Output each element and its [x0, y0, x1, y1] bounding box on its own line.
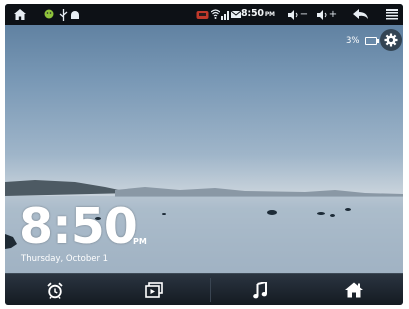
gallery-button[interactable]	[104, 274, 203, 305]
lake-rock	[162, 213, 166, 215]
alarm-clock-icon	[46, 282, 63, 299]
home-icon	[344, 282, 363, 298]
clock-time[interactable]: 8:50	[19, 202, 138, 251]
music-button[interactable]	[210, 274, 309, 305]
status-bar: 8:50PM − +	[5, 4, 403, 25]
settings-button[interactable]	[380, 29, 402, 51]
back-arrow-icon[interactable]	[352, 7, 370, 22]
distant-hills	[115, 187, 403, 197]
lake-rock	[267, 210, 277, 215]
picture-icon	[144, 282, 163, 298]
dock-bar	[5, 273, 403, 305]
android-icon	[43, 7, 55, 22]
notification-icon	[195, 7, 209, 22]
gear-icon	[384, 33, 398, 47]
wifi-icon	[210, 7, 220, 22]
sms-icon	[231, 7, 241, 22]
usb-icon	[57, 7, 69, 22]
volume-up-label: +	[328, 9, 338, 20]
menu-icon[interactable]	[385, 7, 399, 22]
status-clock: 8:50PM	[241, 8, 275, 19]
tablet-screen: 8:50PM − + 3% 8:50 PM Thursday, October …	[5, 4, 403, 305]
battery-icon	[365, 37, 379, 45]
lake-rock	[317, 212, 325, 215]
alarm-button[interactable]	[5, 274, 104, 305]
signal-icon	[221, 7, 231, 22]
home-button[interactable]	[304, 274, 403, 305]
clock-ampm: PM	[133, 237, 147, 246]
volume-down-label: −	[299, 9, 309, 20]
home-icon[interactable]	[13, 7, 27, 22]
left-hill	[5, 180, 133, 196]
battery-level: 3%	[346, 36, 360, 46]
lake-rock	[330, 214, 335, 217]
volume-up-button[interactable]: +	[316, 7, 338, 22]
clock-date: Thursday, October 1	[21, 254, 109, 264]
android-debug-icon	[69, 7, 81, 22]
music-note-icon	[252, 281, 267, 298]
volume-down-button[interactable]: −	[287, 7, 309, 22]
lake-rock	[345, 208, 351, 211]
